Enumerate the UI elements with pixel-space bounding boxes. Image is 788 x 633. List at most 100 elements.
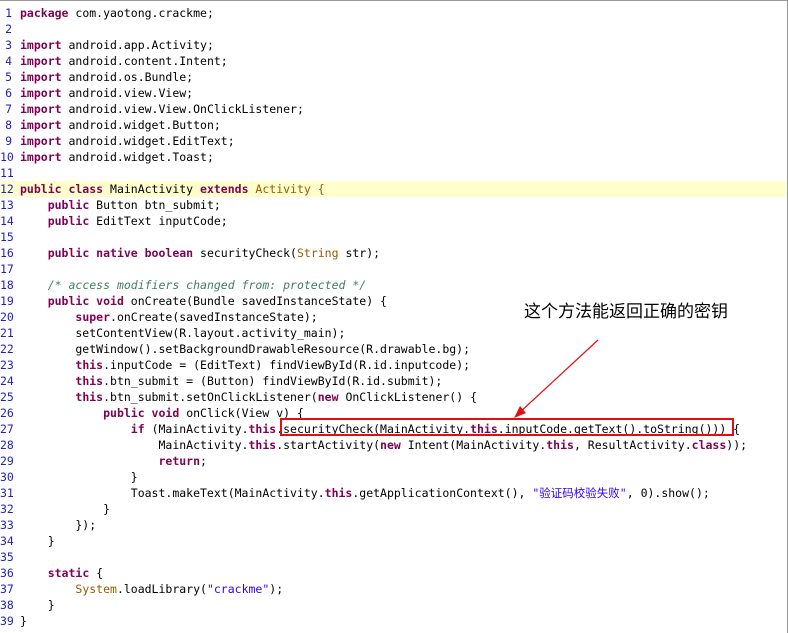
code-token: EditText inputCode; xyxy=(89,214,228,228)
code-line: 3 import android.app.Activity; xyxy=(0,37,786,53)
code-line: 18 /* access modifiers changed from: pro… xyxy=(0,277,786,293)
line-number: 27 xyxy=(0,422,14,436)
code-token: android.view.View; xyxy=(61,86,194,100)
code-line: 6 import android.view.View; xyxy=(0,85,786,101)
line-number: 7 xyxy=(5,102,12,116)
code-text: import android.widget.Button; xyxy=(20,117,221,133)
code-line: 34 } xyxy=(0,533,786,549)
code-token: public class xyxy=(20,182,104,196)
code-line: 15 xyxy=(0,229,786,245)
code-text: }); xyxy=(20,517,96,533)
code-line: 13 public Button btn_submit; xyxy=(0,197,786,213)
code-token: } xyxy=(20,534,55,548)
code-line: 12 public class MainActivity extends Acti… xyxy=(0,181,786,197)
code-line: 21 setContentView(R.layout.activity_main… xyxy=(0,325,786,341)
code-text: super.onCreate(savedInstanceState); xyxy=(20,309,318,325)
code-text: import android.view.View.OnClickListener… xyxy=(20,101,304,117)
code-token: Button btn_submit; xyxy=(89,198,221,212)
code-text: this.btn_submit.setOnClickListener(new O… xyxy=(20,389,477,405)
code-text: System.loadLibrary("crackme"); xyxy=(20,581,283,597)
line-number: 22 xyxy=(0,342,14,356)
code-token: getWindow().setBackgroundDrawableResourc… xyxy=(20,342,471,356)
line-number: 5 xyxy=(5,70,12,84)
code-token: static xyxy=(47,566,90,580)
line-number: 29 xyxy=(0,454,14,468)
code-token: import xyxy=(20,86,62,100)
code-text: public EditText inputCode; xyxy=(20,213,228,229)
line-number: 23 xyxy=(0,358,14,372)
code-token: ); xyxy=(269,582,284,596)
code-token: .startActivity( xyxy=(276,438,381,452)
line-number: 26 xyxy=(0,406,14,420)
code-token: ; xyxy=(200,454,207,468)
code-token: System xyxy=(75,582,117,596)
line-number: 38 xyxy=(0,598,14,612)
line-number: 32 xyxy=(0,502,14,516)
line-number: 10 xyxy=(0,150,14,164)
code-line: 17 xyxy=(0,261,786,277)
line-number: 6 xyxy=(5,86,12,100)
line-number: 8 xyxy=(5,118,12,132)
line-number: 14 xyxy=(0,214,14,228)
code-text: import android.view.View; xyxy=(20,85,193,101)
code-text: } xyxy=(20,501,110,517)
code-token: android.widget.EditText; xyxy=(61,134,235,148)
code-text: public void onCreate(Bundle savedInstanc… xyxy=(20,293,387,309)
code-token: , ResultActivity. xyxy=(573,438,692,452)
line-number: 17 xyxy=(0,262,14,276)
code-token: new xyxy=(317,390,339,404)
line-number: 24 xyxy=(0,374,14,388)
code-text: MainActivity.this.startActivity(new Inte… xyxy=(20,437,747,453)
code-text: static { xyxy=(20,565,103,581)
line-number: 13 xyxy=(0,198,14,212)
line-number: 3 xyxy=(5,38,12,52)
code-text: } xyxy=(20,613,27,629)
code-token: public void xyxy=(47,294,124,308)
code-text: Toast.makeText(MainActivity.this.getAppl… xyxy=(20,485,710,501)
code-token: public native boolean xyxy=(47,246,194,260)
code-token: } xyxy=(20,502,111,516)
code-line: 22 getWindow().setBackgroundDrawableReso… xyxy=(0,341,786,357)
code-token: setContentView(R.layout.activity_main); xyxy=(20,326,346,340)
line-number: 15 xyxy=(0,230,14,244)
code-token: Intent(MainActivity. xyxy=(400,438,547,452)
line-number: 21 xyxy=(0,326,14,340)
code-text: import android.widget.EditText; xyxy=(20,133,235,149)
code-token: this xyxy=(75,390,104,404)
code-line: 33 }); xyxy=(0,517,786,533)
code-token: (MainActivity. xyxy=(144,422,249,436)
code-text: package com.yaotong.crackme; xyxy=(20,5,214,21)
code-token: android.widget.Toast; xyxy=(61,150,214,164)
code-token: /* access modifiers changed from: protec… xyxy=(47,278,367,292)
code-token: .getApplicationContext(), xyxy=(352,486,533,500)
code-token: .onCreate(savedInstanceState); xyxy=(110,310,318,324)
code-text: this.btn_submit = (Button) findViewById(… xyxy=(20,373,442,389)
code-text: public void onClick(View v) { xyxy=(20,405,304,421)
code-token: import xyxy=(20,102,62,116)
code-token: Activity { xyxy=(248,182,325,196)
line-number: 36 xyxy=(0,566,14,580)
code-line: 36 static { xyxy=(0,565,786,581)
code-token: import xyxy=(20,54,62,68)
code-token: import xyxy=(20,38,62,52)
line-number: 16 xyxy=(0,246,14,260)
line-number: 39 xyxy=(0,614,14,628)
code-token: } xyxy=(20,614,27,628)
line-number: 34 xyxy=(0,534,14,548)
code-text: getWindow().setBackgroundDrawableResourc… xyxy=(20,341,470,357)
code-line: 9 import android.widget.EditText; xyxy=(0,133,786,149)
code-token: .loadLibrary( xyxy=(116,582,207,596)
code-line: 4 import android.content.Intent; xyxy=(0,53,786,69)
code-line: 37 System.loadLibrary("crackme"); xyxy=(0,581,786,597)
code-token: return xyxy=(158,454,201,468)
code-token: import xyxy=(20,134,62,148)
code-line: 5 import android.os.Bundle; xyxy=(0,69,786,85)
code-token: this xyxy=(248,422,277,436)
